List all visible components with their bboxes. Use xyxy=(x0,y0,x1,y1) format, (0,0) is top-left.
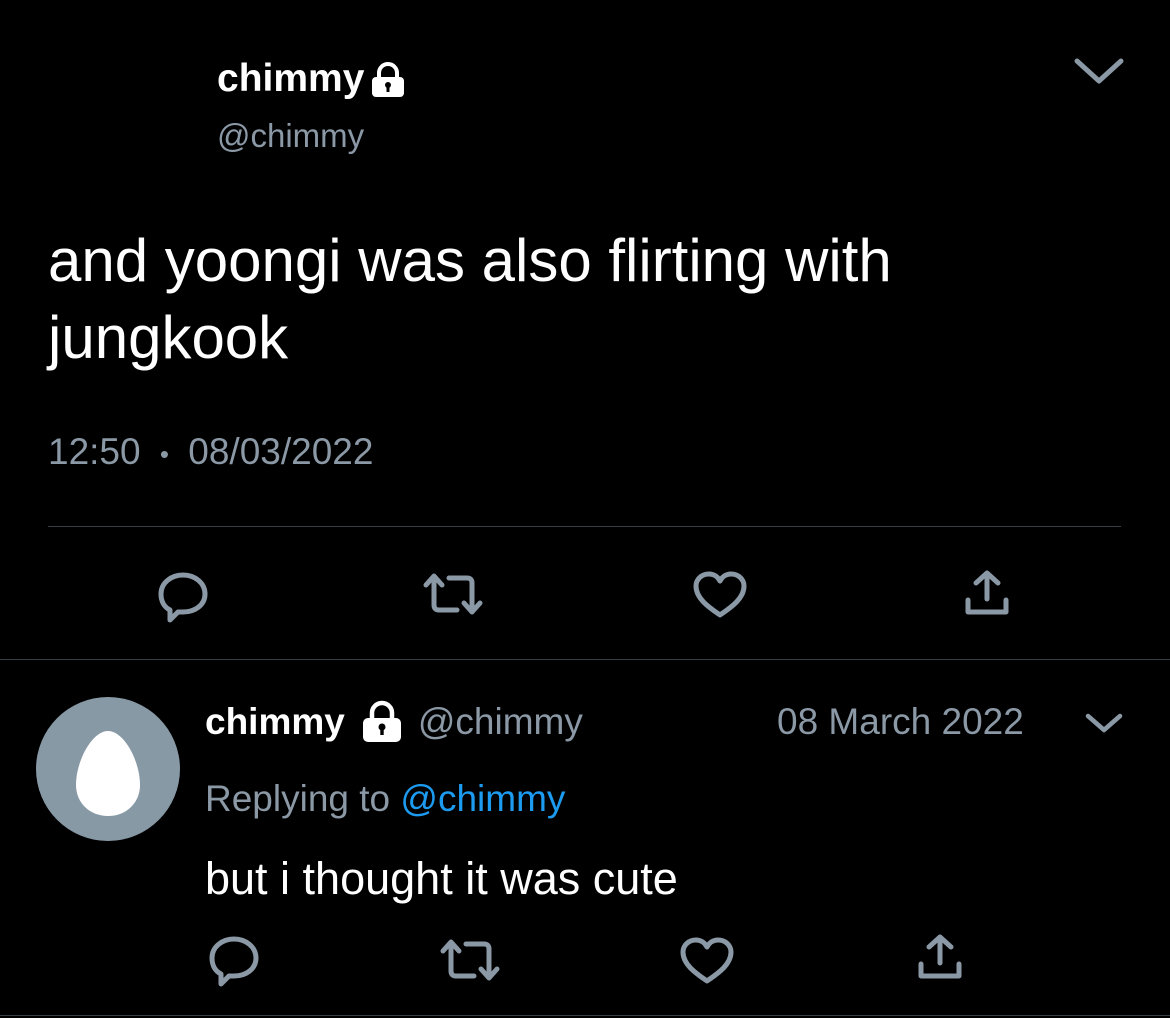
divider xyxy=(0,659,1170,660)
lock-icon xyxy=(369,62,407,98)
tweet-date: 08/03/2022 xyxy=(188,431,374,472)
main-display-name[interactable]: chimmy xyxy=(217,56,364,102)
reply-text: but i thought it was cute xyxy=(205,853,678,904)
share-icon[interactable] xyxy=(964,570,1010,616)
reply-handle[interactable]: @chimmy xyxy=(418,700,583,744)
tweet-text-line: jungkook xyxy=(48,304,289,371)
reply-icon[interactable] xyxy=(208,934,260,987)
retweet-icon[interactable] xyxy=(423,571,483,617)
tweet-text-line: and yoongi was also flirting with xyxy=(48,227,892,294)
chevron-down-icon[interactable] xyxy=(1074,56,1124,86)
tweet-text: and yoongi was also flirting with jungko… xyxy=(48,222,892,376)
main-handle[interactable]: @chimmy xyxy=(217,116,364,156)
avatar[interactable] xyxy=(36,697,180,841)
reply-date[interactable]: 08 March 2022 xyxy=(777,700,1024,744)
divider xyxy=(0,1015,1170,1016)
like-icon[interactable] xyxy=(693,571,747,619)
egg-icon xyxy=(76,731,140,816)
like-icon[interactable] xyxy=(680,937,734,985)
lock-icon xyxy=(360,700,404,743)
reply-icon[interactable] xyxy=(157,570,209,623)
tweet-timestamp[interactable]: 12:50 • 08/03/2022 xyxy=(48,430,373,476)
replying-to-label: Replying to xyxy=(205,778,391,819)
timestamp-separator: • xyxy=(159,439,169,470)
retweet-icon[interactable] xyxy=(440,937,500,983)
share-icon[interactable] xyxy=(917,934,963,980)
replying-to: Replying to @chimmy xyxy=(205,777,565,821)
chevron-down-icon[interactable] xyxy=(1084,711,1124,735)
divider xyxy=(48,526,1121,527)
main-author-name[interactable]: chimmy xyxy=(217,56,407,102)
replying-to-link[interactable]: @chimmy xyxy=(400,778,565,819)
reply-display-name[interactable]: chimmy xyxy=(205,700,345,744)
reply-header: chimmy @chimmy xyxy=(205,700,583,744)
tweet-time: 12:50 xyxy=(48,431,141,472)
